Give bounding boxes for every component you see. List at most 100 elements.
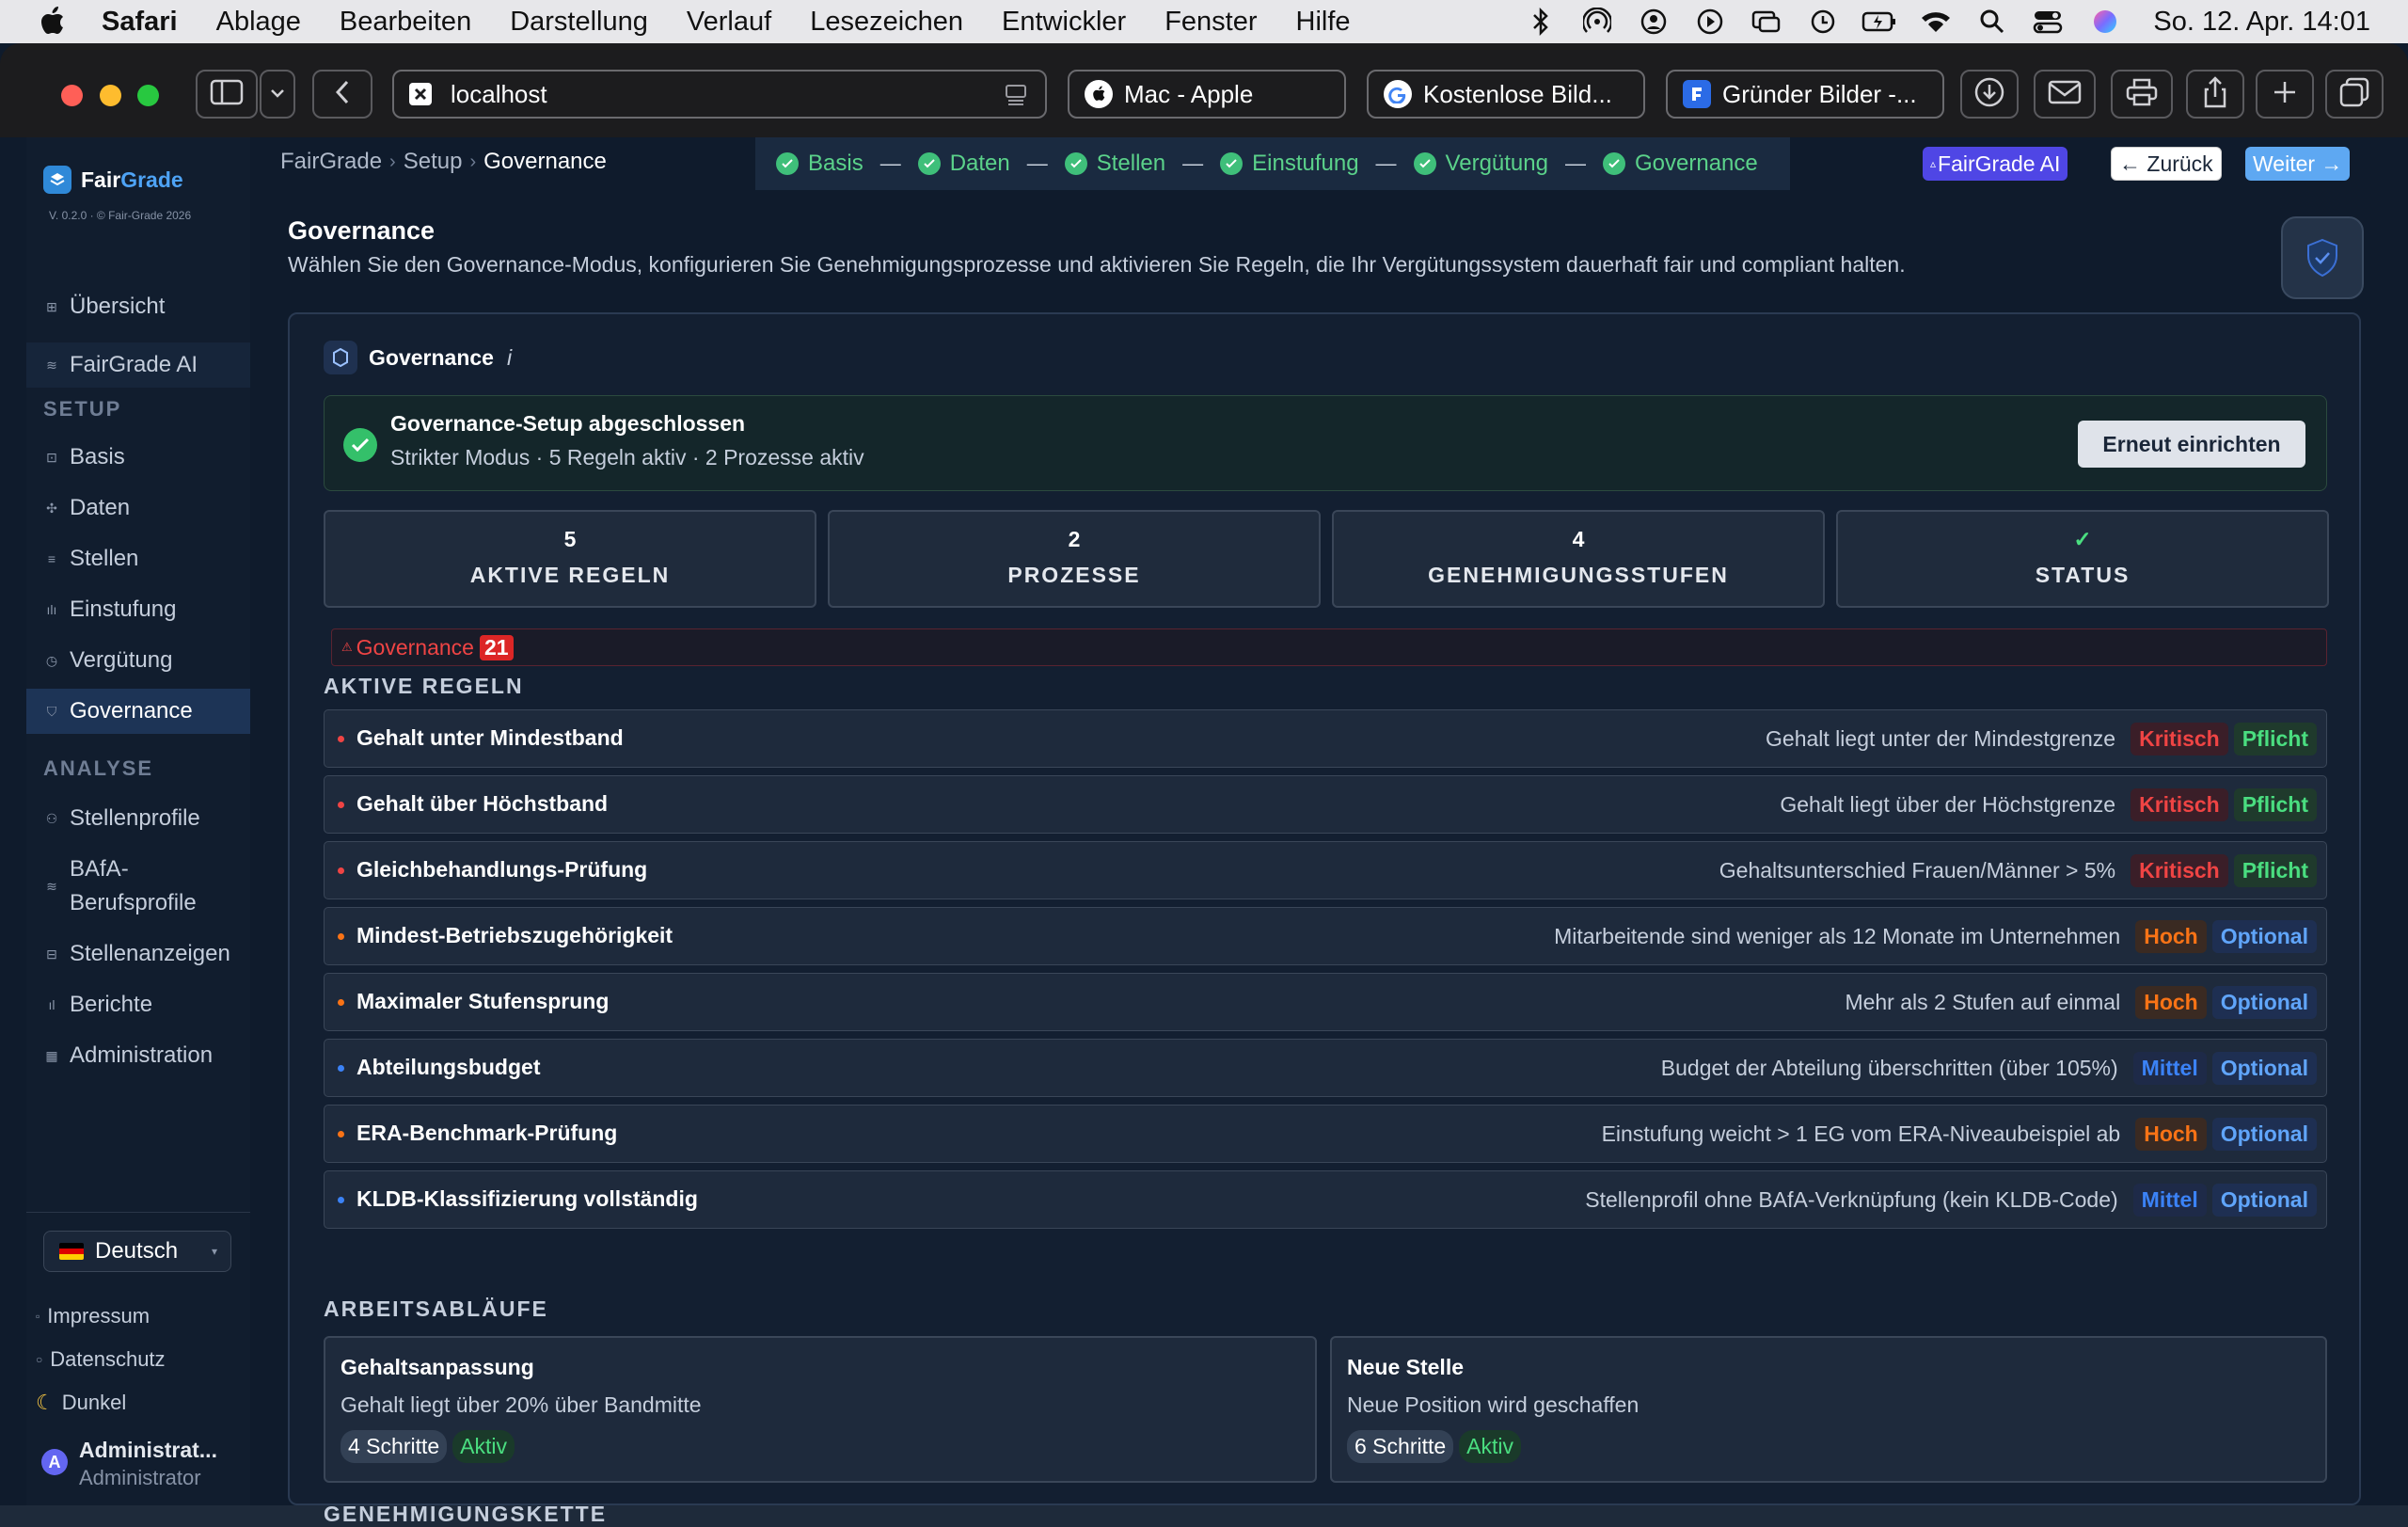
sidebar-item-governance[interactable]: ⛉ Governance bbox=[26, 689, 250, 734]
menu-app-name[interactable]: Safari bbox=[102, 7, 178, 38]
menu-darstellung[interactable]: Darstellung bbox=[510, 7, 648, 38]
sidebar-item-fairgrade-ai[interactable]: ≋ FairGrade AI bbox=[26, 342, 250, 388]
sidebar-item-label: Stellenanzeigen bbox=[70, 941, 230, 966]
control-center-icon[interactable] bbox=[2031, 6, 2067, 38]
bluetooth-icon[interactable] bbox=[1523, 6, 1559, 38]
stat-label: GENEHMIGUNGSSTUFEN bbox=[1428, 563, 1729, 587]
reader-mode-icon[interactable] bbox=[1004, 83, 1028, 114]
browser-tab-google[interactable]: Kostenlose Bild... bbox=[1367, 70, 1645, 119]
tab-groups-dropdown[interactable] bbox=[260, 70, 295, 119]
google-favicon-icon bbox=[1384, 80, 1412, 108]
sidebar-item-bafa-berufsprofile[interactable]: ≋ BAfA- Berufsprofile bbox=[26, 849, 250, 924]
menu-entwickler[interactable]: Entwickler bbox=[1002, 7, 1126, 38]
sidebar-item-overview[interactable]: ⊞ Übersicht bbox=[26, 284, 250, 329]
sidebar-item-daten[interactable]: ✣ Daten bbox=[26, 485, 250, 531]
breadcrumb-setup[interactable]: Setup bbox=[404, 149, 463, 175]
print-button[interactable] bbox=[2111, 70, 2173, 119]
apple-logo-icon[interactable] bbox=[38, 6, 70, 38]
step-einstufung[interactable]: Einstufung bbox=[1220, 151, 1359, 177]
step-daten[interactable]: Daten bbox=[917, 151, 1010, 177]
spotlight-search-icon[interactable] bbox=[1974, 6, 2010, 38]
redo-setup-button[interactable]: Erneut einrichten bbox=[2078, 421, 2305, 468]
rule-name: Maximaler Stufensprung bbox=[356, 989, 610, 1013]
share-button[interactable] bbox=[2186, 70, 2244, 119]
menu-ablage[interactable]: Ablage bbox=[216, 7, 301, 38]
info-icon[interactable]: i bbox=[507, 345, 512, 371]
banner-title: Governance-Setup abgeschlossen bbox=[390, 411, 746, 436]
user-account-icon[interactable] bbox=[1636, 6, 1671, 38]
back-navigation-button[interactable] bbox=[312, 70, 372, 119]
sidebar-item-einstufung[interactable]: ılı Einstufung bbox=[26, 587, 250, 632]
check-circle-icon bbox=[917, 152, 941, 175]
step-verguetung[interactable]: Vergütung bbox=[1413, 151, 1548, 177]
breadcrumb: FairGrade › Setup › Governance bbox=[280, 137, 607, 186]
play-icon[interactable] bbox=[1692, 6, 1728, 38]
rule-row[interactable]: Mindest-Betriebszugehörigkeit Mitarbeiten… bbox=[324, 907, 2327, 965]
close-window-button[interactable] bbox=[61, 85, 83, 106]
breadcrumb-fairgrade[interactable]: FairGrade bbox=[280, 149, 382, 175]
step-basis[interactable]: Basis bbox=[776, 151, 863, 177]
rule-row[interactable]: Abteilungsbudget Budget der Abteilung übe… bbox=[324, 1039, 2327, 1097]
rule-row[interactable]: Gehalt über Höchstband Gehalt liegt über … bbox=[324, 775, 2327, 834]
sidebar-item-berichte[interactable]: ıl Berichte bbox=[26, 982, 250, 1027]
check-circle-icon bbox=[1413, 152, 1436, 175]
rule-description: Einstufung weicht > 1 EG vom ERA-Niveaub… bbox=[1601, 1121, 2121, 1146]
sidebar-item-verguetung[interactable]: ◷ Vergütung bbox=[26, 638, 250, 683]
shield-icon: ⛉ bbox=[46, 703, 57, 719]
report-icon: ıl bbox=[48, 997, 55, 1012]
browser-tab-apple[interactable]: Mac - Apple bbox=[1068, 70, 1346, 119]
brand[interactable]: Fair Grade bbox=[43, 166, 183, 194]
impressum-link[interactable]: ▫ Impressum bbox=[36, 1304, 150, 1328]
siri-icon[interactable] bbox=[2087, 6, 2123, 38]
back-button[interactable]: ← Zurück bbox=[2111, 147, 2222, 181]
tab-overview-button[interactable] bbox=[2325, 70, 2384, 119]
menu-lesezeichen[interactable]: Lesezeichen bbox=[810, 7, 963, 38]
ai-button-label: FairGrade AI bbox=[1938, 151, 2061, 176]
menu-bearbeiten[interactable]: Bearbeiten bbox=[340, 7, 471, 38]
battery-icon[interactable] bbox=[1861, 6, 1897, 38]
minimize-window-button[interactable] bbox=[100, 85, 121, 106]
severity-dot-icon bbox=[338, 933, 344, 940]
step-governance[interactable]: Governance bbox=[1602, 151, 1758, 177]
sidebar-item-stellenanzeigen[interactable]: ⊟ Stellenanzeigen bbox=[26, 931, 250, 977]
workflow-card-gehaltsanpassung[interactable]: Gehaltsanpassung Gehalt liegt über 20% ü… bbox=[324, 1336, 1317, 1483]
wifi-icon[interactable] bbox=[1918, 6, 1954, 38]
menubar-clock[interactable]: So. 12. Apr. 14:01 bbox=[2153, 7, 2370, 38]
mail-button[interactable] bbox=[2034, 70, 2096, 119]
browser-tab-gruender[interactable]: Gründer Bilder -... bbox=[1666, 70, 1944, 119]
stat-value: 4 bbox=[1572, 527, 1585, 551]
rule-row[interactable]: Gehalt unter Mindestband Gehalt liegt unt… bbox=[324, 709, 2327, 768]
screen-mirroring-icon[interactable] bbox=[1749, 6, 1784, 38]
sidebar-toggle-button[interactable] bbox=[196, 70, 258, 119]
stat-active-rules: 5 AKTIVE REGELN bbox=[324, 510, 816, 608]
sidebar-item-stellen[interactable]: ≡ Stellen bbox=[26, 536, 250, 581]
rule-row[interactable]: Maximaler Stufensprung Mehr als 2 Stufen … bbox=[324, 973, 2327, 1031]
privacy-link[interactable]: ○ Datenschutz bbox=[36, 1347, 166, 1372]
rule-row[interactable]: KLDB-Klassifizierung vollständig Stellenp… bbox=[324, 1170, 2327, 1229]
zoom-window-button[interactable] bbox=[137, 85, 159, 106]
next-button[interactable]: Weiter → bbox=[2245, 147, 2351, 181]
address-bar[interactable]: localhost bbox=[392, 70, 1047, 119]
time-machine-icon[interactable] bbox=[1805, 6, 1841, 38]
language-select[interactable]: Deutsch ▾ bbox=[43, 1231, 231, 1272]
user-profile[interactable]: A Administrat... Administrator bbox=[41, 1434, 248, 1492]
governance-alert[interactable]: ⚠ Governance 21 bbox=[331, 628, 2327, 666]
rule-row[interactable]: ERA-Benchmark-Prüfung Einstufung weicht >… bbox=[324, 1105, 2327, 1163]
menu-verlauf[interactable]: Verlauf bbox=[687, 7, 771, 38]
lock-icon: ○ bbox=[36, 1353, 43, 1366]
sidebar-item-basis[interactable]: ⊡ Basis bbox=[26, 435, 250, 480]
sidebar-item-stellenprofile[interactable]: ⚇ Stellenprofile bbox=[26, 796, 250, 841]
theme-toggle[interactable]: ☾ Dunkel bbox=[36, 1391, 126, 1415]
fairgrade-ai-button[interactable]: ▵ FairGrade AI bbox=[1923, 147, 2068, 181]
menu-hilfe[interactable]: Hilfe bbox=[1296, 7, 1351, 38]
airdrop-icon[interactable] bbox=[1579, 6, 1615, 38]
new-tab-button[interactable] bbox=[2256, 70, 2314, 119]
app-sidebar: Fair Grade V. 0.2.0 · © Fair-Grade 2026 ⊞… bbox=[26, 137, 250, 1505]
menu-fenster[interactable]: Fenster bbox=[1164, 7, 1257, 38]
workflow-card-neue-stelle[interactable]: Neue Stelle Neue Position wird geschaffe… bbox=[1330, 1336, 2327, 1483]
step-stellen[interactable]: Stellen bbox=[1064, 151, 1165, 177]
sidebar-item-administration[interactable]: ▦ Administration bbox=[26, 1033, 250, 1078]
tab-label: Mac - Apple bbox=[1124, 79, 1254, 108]
downloads-button[interactable] bbox=[1960, 70, 2019, 119]
rule-row[interactable]: Gleichbehandlungs-Prüfung Gehaltsuntersch… bbox=[324, 841, 2327, 899]
